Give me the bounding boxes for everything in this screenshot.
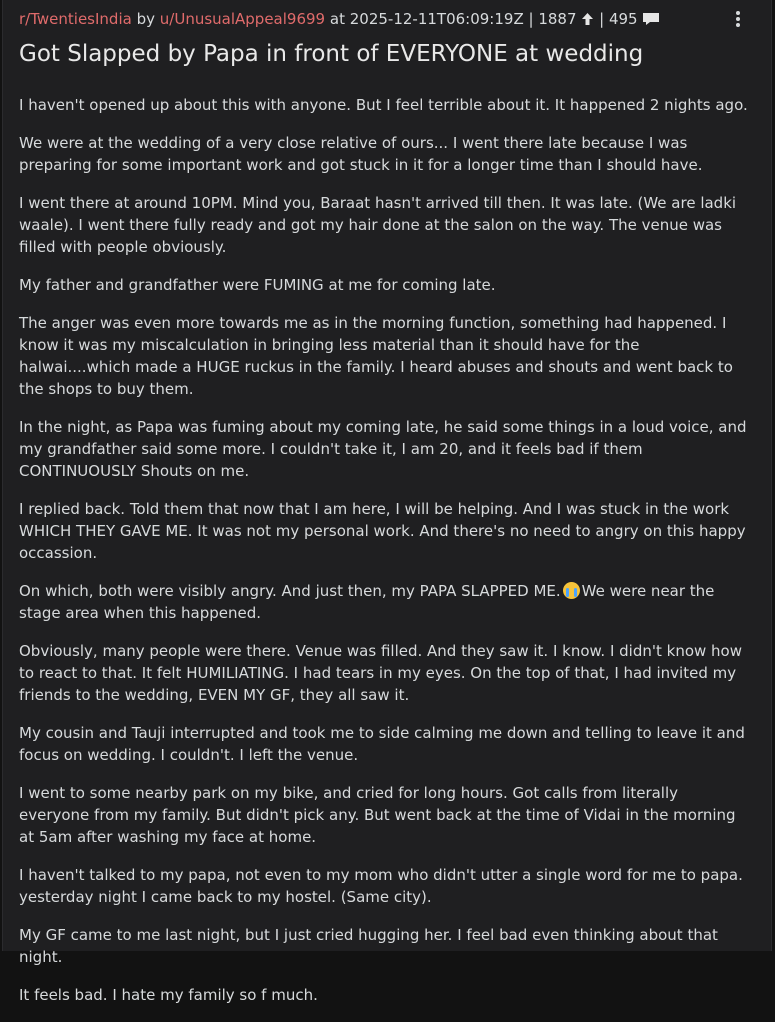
paragraph-13: My GF came to me last night, but I just …: [19, 926, 718, 966]
crying-face-emoji: [562, 582, 580, 599]
paragraph-2: We were at the wedding of a very close r…: [19, 134, 703, 174]
paragraph-10: My cousin and Tauji interrupted and took…: [19, 724, 745, 764]
paragraph-3: I went there at around 10PM. Mind you, B…: [19, 194, 737, 256]
meta-separator-2: |: [599, 10, 605, 28]
post-body: I haven't opened up about this with anyo…: [19, 94, 749, 1022]
paragraph-5: The anger was even more towards me as in…: [19, 314, 733, 398]
comment-count: 495: [608, 10, 638, 28]
paragraph-7: I replied back. Told them that now that …: [19, 500, 746, 562]
score-count: 1887: [538, 10, 577, 28]
paragraph-11: I went to some nearby park on my bike, a…: [19, 784, 736, 846]
author-link[interactable]: u/UnusualAppeal9699: [160, 10, 325, 28]
post-card: r/TwentiesIndia by u/UnusualAppeal9699 a…: [2, 0, 772, 1004]
comment-bubble-icon[interactable]: [642, 11, 660, 31]
paragraph-4: My father and grandfather were FUMING at…: [19, 276, 496, 294]
paragraph-8: On which, both were visibly angry. And j…: [19, 580, 749, 624]
post-timestamp: 2025-12-11T06:09:19Z: [349, 10, 524, 28]
kebab-menu-icon[interactable]: [731, 9, 745, 29]
paragraph-1: I haven't opened up about this with anyo…: [19, 96, 748, 114]
meta-separator: |: [528, 10, 534, 28]
post-title[interactable]: Got Slapped by Papa in front of EVERYONE…: [19, 38, 751, 70]
paragraph-6: In the night, as Papa was fuming about m…: [19, 418, 747, 480]
paragraph-14: It feels bad. I hate my family so f much…: [19, 986, 318, 1004]
subreddit-link[interactable]: r/TwentiesIndia: [19, 10, 132, 28]
paragraph-12: I haven't talked to my papa, not even to…: [19, 866, 743, 906]
by-label: by: [136, 10, 155, 28]
paragraph-8-part-1: On which, both were visibly angry. And j…: [19, 582, 561, 600]
at-label: at: [329, 10, 345, 28]
paragraph-9: Obviously, many people were there. Venue…: [19, 642, 742, 704]
upvote-arrow-icon[interactable]: [581, 11, 594, 31]
post-meta: r/TwentiesIndia by u/UnusualAppeal9699 a…: [19, 9, 731, 29]
